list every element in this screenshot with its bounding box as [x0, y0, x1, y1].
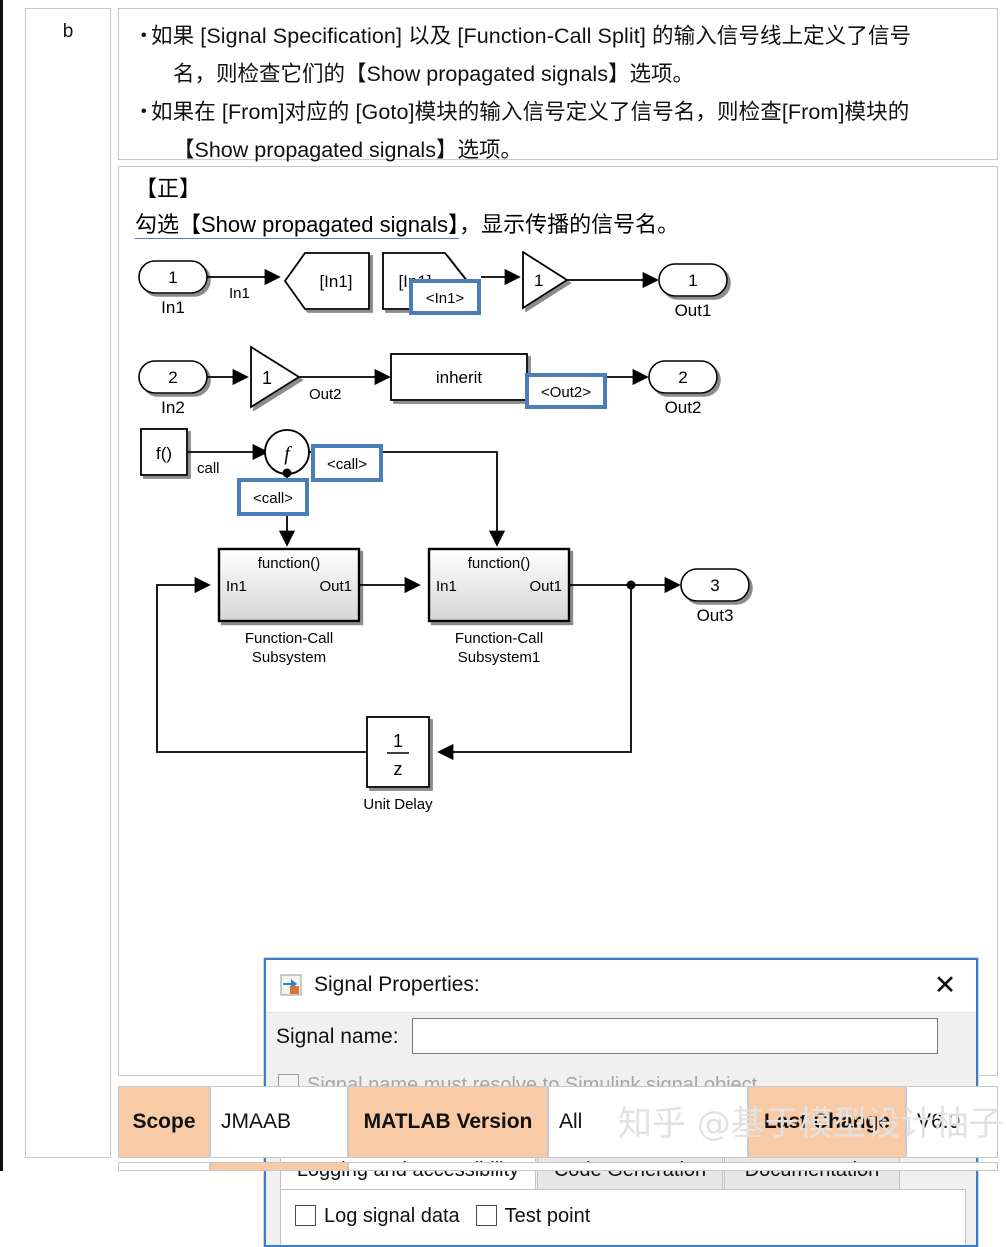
gain-block-row2-value: 1 — [262, 368, 272, 388]
propagated-signal-call-down: <call> — [237, 478, 309, 516]
function-call-subsystem-1-top: function() — [258, 555, 321, 572]
outport-block-number: 2 — [678, 368, 687, 387]
meta-cell-scope: Scope — [118, 1086, 210, 1158]
function-call-subsystem-1-name-2: Subsystem — [252, 649, 326, 666]
outport-block-label: Out1 — [675, 301, 712, 320]
tab-panel-options: Log signal data Test point — [295, 1203, 590, 1229]
function-call-generator-text: f() — [156, 444, 172, 463]
function-call-subsystem-1-in: In1 — [226, 578, 247, 595]
meta-cell-version: V6.0 — [906, 1086, 998, 1158]
test-point-label: Test point — [504, 1205, 591, 1227]
meta-cell-last-change: Last Change — [748, 1086, 906, 1158]
diagram-row-1: 1 In1 In1 [In1] [In1] — [138, 251, 728, 320]
gain-block-row1-value: 1 — [534, 271, 543, 290]
function-call-split-block: f — [264, 429, 310, 478]
unit-delay-denominator: z — [394, 759, 403, 779]
log-signal-data-label: Log signal data — [324, 1205, 460, 1227]
document-page: b ・ 如果 [Signal Specification] 以及 [Functi… — [0, 0, 1006, 1247]
metadata-table-next-row — [118, 1162, 998, 1171]
note-item-1-line-1-text: 如果 [Signal Specification] 以及 [Function-C… — [151, 24, 912, 48]
page-left-rule — [0, 0, 3, 1171]
call-signal-label: call — [197, 460, 220, 477]
signal-line-label-Out2: Out2 — [309, 386, 342, 403]
propagated-signal-Out2-text: <Out2> — [541, 384, 591, 401]
next-row-cell-1 — [118, 1162, 210, 1171]
metadata-table: Scope JMAAB MATLAB Version All Last Chan… — [118, 1086, 998, 1158]
correct-example-heading: 【正】 — [135, 176, 202, 201]
test-point-checkbox[interactable] — [475, 1205, 497, 1226]
propagated-signal-call-down-text: <call> — [253, 490, 293, 507]
function-call-subsystem-2-out: Out1 — [529, 578, 562, 595]
note-item-1-line-1: ・ 如果 [Signal Specification] 以及 [Function… — [131, 17, 985, 55]
note-item-2-line-1-text: 如果在 [From]对应的 [Goto]模块的输入信号定义了信号名，则检查[Fr… — [151, 100, 910, 124]
gain-block-row1 — [522, 251, 569, 310]
function-call-subsystem-2-name-2: Subsystem1 — [458, 649, 541, 666]
outport-block-Out3-number: 3 — [710, 576, 719, 595]
gain-block-row2 — [250, 345, 301, 409]
propagated-signal-call-right-text: <call> — [327, 456, 367, 473]
propagated-signal-call-right: <call> — [311, 444, 383, 482]
rule-id-label: b — [62, 21, 74, 42]
propagated-signal-In1: <In1> — [409, 279, 481, 315]
close-icon[interactable]: ✕ — [928, 969, 962, 1003]
outport-block-number: 1 — [688, 271, 697, 290]
tab-panel-logging: Log signal data Test point — [280, 1189, 966, 1245]
function-call-subsystem-1-name-1: Function-Call — [245, 630, 333, 647]
next-row-cell-3 — [348, 1162, 998, 1171]
rule-note-cell: ・ 如果 [Signal Specification] 以及 [Function… — [118, 8, 998, 162]
function-call-subsystem-2-top: function() — [468, 555, 531, 572]
log-signal-data-checkbox[interactable] — [295, 1205, 316, 1226]
note-item-2-line-2: 【Show propagated signals】选项。 — [173, 138, 522, 162]
outport-block-Out3-label: Out3 — [697, 606, 734, 625]
correct-example-subtitle-rest: ，显示传播的信号名。 — [459, 212, 680, 237]
next-row-cell-2 — [210, 1162, 348, 1171]
signal-properties-icon — [280, 974, 302, 996]
signal-name-input[interactable] — [412, 1018, 938, 1054]
meta-cell-all: All — [548, 1086, 748, 1158]
rule-id-cell: b — [25, 8, 111, 1158]
diagram-row-2: 2 In2 1 Out2 inherit <Out2> 2 Out2 — [138, 345, 718, 417]
bullet-icon: ・ — [133, 100, 155, 124]
simulink-diagram-svg: 1 In1 In1 [In1] [In1] — [138, 251, 750, 813]
bullet-icon: ・ — [133, 24, 155, 48]
inherit-block-text: inherit — [436, 368, 483, 387]
example-body-cell: 【正】 勾选【Show propagated signals】，显示传播的信号名… — [118, 166, 999, 1247]
inport-block-label: In1 — [161, 298, 185, 317]
meta-cell-jmaab: JMAAB — [210, 1086, 348, 1158]
signal-name-row: Signal name: — [266, 1012, 976, 1064]
correct-example-subtitle-underlined: 勾选【Show propagated signals】 — [135, 212, 460, 239]
propagated-signal-Out2: <Out2> — [525, 373, 607, 409]
diagram-row-3: f() call f <call> <call> function() In1 … — [140, 428, 750, 813]
note-item-1-line-2: 名，则检查它们的【Show propagated signals】选项。 — [173, 62, 694, 86]
function-call-subsystem-1-out: Out1 — [319, 578, 352, 595]
meta-cell-matlab-version: MATLAB Version — [348, 1086, 548, 1158]
function-call-subsystem-2-name-1: Function-Call — [455, 630, 543, 647]
propagated-signal-In1-text: <In1> — [426, 290, 465, 307]
simulink-canvas: 1 In1 In1 [In1] [In1] — [119, 251, 999, 951]
note-item-2-line-1: ・ 如果在 [From]对应的 [Goto]模块的输入信号定义了信号名，则检查[… — [131, 93, 985, 131]
dialog-title: Signal Properties: — [314, 973, 480, 996]
outport-block-label: Out2 — [665, 398, 702, 417]
goto-block-tag: [In1] — [319, 272, 352, 291]
unit-delay-numerator: 1 — [393, 731, 403, 751]
dialog-titlebar: Signal Properties: ✕ — [266, 960, 976, 1013]
function-call-subsystem-2-in: In1 — [436, 578, 457, 595]
signal-name-label: Signal name: — [276, 1025, 399, 1048]
correct-example-subtitle: 勾选【Show propagated signals】，显示传播的信号名。 — [135, 209, 679, 241]
inport-block-number: 2 — [168, 368, 177, 387]
inport-block-label: In2 — [161, 398, 185, 417]
inport-block-number: 1 — [168, 268, 177, 287]
unit-delay-label: Unit Delay — [363, 796, 433, 813]
signal-line-label-In1: In1 — [229, 285, 250, 302]
